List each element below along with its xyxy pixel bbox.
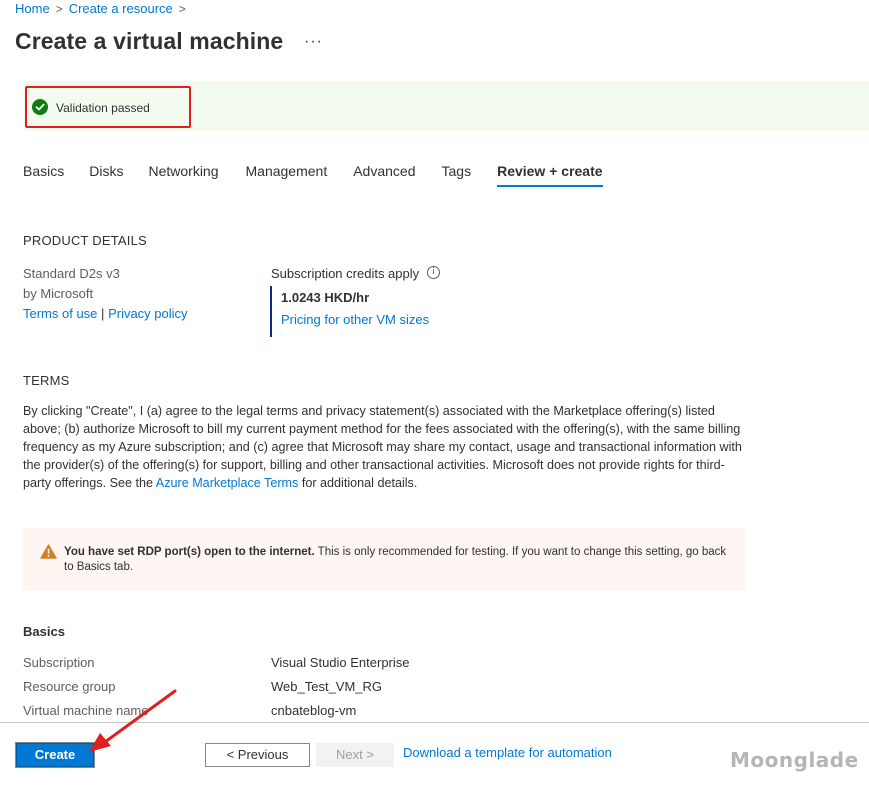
link-divider: | — [101, 306, 105, 321]
price-accent-bar — [270, 286, 272, 337]
more-options-icon[interactable]: ··· — [304, 33, 323, 51]
privacy-policy-link[interactable]: Privacy policy — [108, 306, 187, 321]
check-circle-icon — [32, 99, 48, 115]
terms-heading: TERMS — [23, 373, 70, 388]
breadcrumb-separator: > — [178, 1, 186, 16]
product-details-heading: PRODUCT DETAILS — [23, 233, 147, 248]
product-name: Standard D2s v3 — [23, 266, 120, 281]
breadcrumb-create-resource-link[interactable]: Create a resource — [69, 1, 173, 16]
tab-basics[interactable]: Basics — [23, 163, 64, 187]
watermark-text: Moonglade — [730, 748, 859, 772]
warning-icon — [40, 544, 57, 562]
breadcrumb-separator: > — [55, 1, 63, 16]
breadcrumb-home-link[interactable]: Home — [15, 1, 50, 16]
previous-button[interactable]: < Previous — [205, 743, 310, 767]
terms-text-end: for additional details. — [298, 476, 418, 490]
rdp-warning-bold: You have set RDP port(s) open to the int… — [64, 546, 315, 558]
product-links: Terms of use | Privacy policy — [23, 304, 188, 324]
info-icon[interactable]: i — [427, 266, 440, 279]
terms-body: By clicking "Create", I (a) agree to the… — [23, 402, 745, 492]
vm-price: 1.0243 HKD/hr — [281, 290, 370, 305]
resource-group-label: Resource group — [23, 679, 116, 694]
tab-networking[interactable]: Networking — [148, 163, 218, 187]
azure-marketplace-terms-link[interactable]: Azure Marketplace Terms — [156, 476, 299, 490]
footer-divider — [0, 722, 869, 723]
tab-advanced[interactable]: Advanced — [353, 163, 415, 187]
vm-name-label: Virtual machine name — [23, 703, 149, 718]
basics-summary-heading: Basics — [23, 624, 65, 639]
product-info: Standard D2s v3 by Microsoft Terms of us… — [23, 264, 188, 324]
terms-of-use-link[interactable]: Terms of use — [23, 306, 97, 321]
download-template-link[interactable]: Download a template for automation — [403, 745, 612, 760]
tab-tags[interactable]: Tags — [442, 163, 472, 187]
tab-review-create[interactable]: Review + create — [497, 163, 604, 187]
create-button[interactable]: Create — [15, 742, 95, 768]
vm-name-value: cnbateblog-vm — [271, 703, 357, 718]
tab-management[interactable]: Management — [246, 163, 328, 187]
product-publisher: by Microsoft — [23, 286, 94, 301]
rdp-warning-text: You have set RDP port(s) open to the int… — [64, 545, 734, 575]
next-button: Next > — [316, 743, 394, 767]
subscription-label: Subscription — [23, 655, 95, 670]
pricing-other-sizes-link[interactable]: Pricing for other VM sizes — [281, 312, 429, 327]
page-title: Create a virtual machine — [15, 28, 284, 54]
validation-status-text: Validation passed — [56, 101, 150, 115]
subscription-credits-label: Subscription credits apply — [271, 266, 420, 281]
resource-group-value: Web_Test_VM_RG — [271, 679, 383, 694]
subscription-value: Visual Studio Enterprise — [271, 655, 410, 670]
breadcrumb: Home > Create a resource > — [15, 1, 186, 16]
wizard-tabs: Basics Disks Networking Management Advan… — [23, 163, 604, 187]
tab-disks[interactable]: Disks — [89, 163, 123, 187]
